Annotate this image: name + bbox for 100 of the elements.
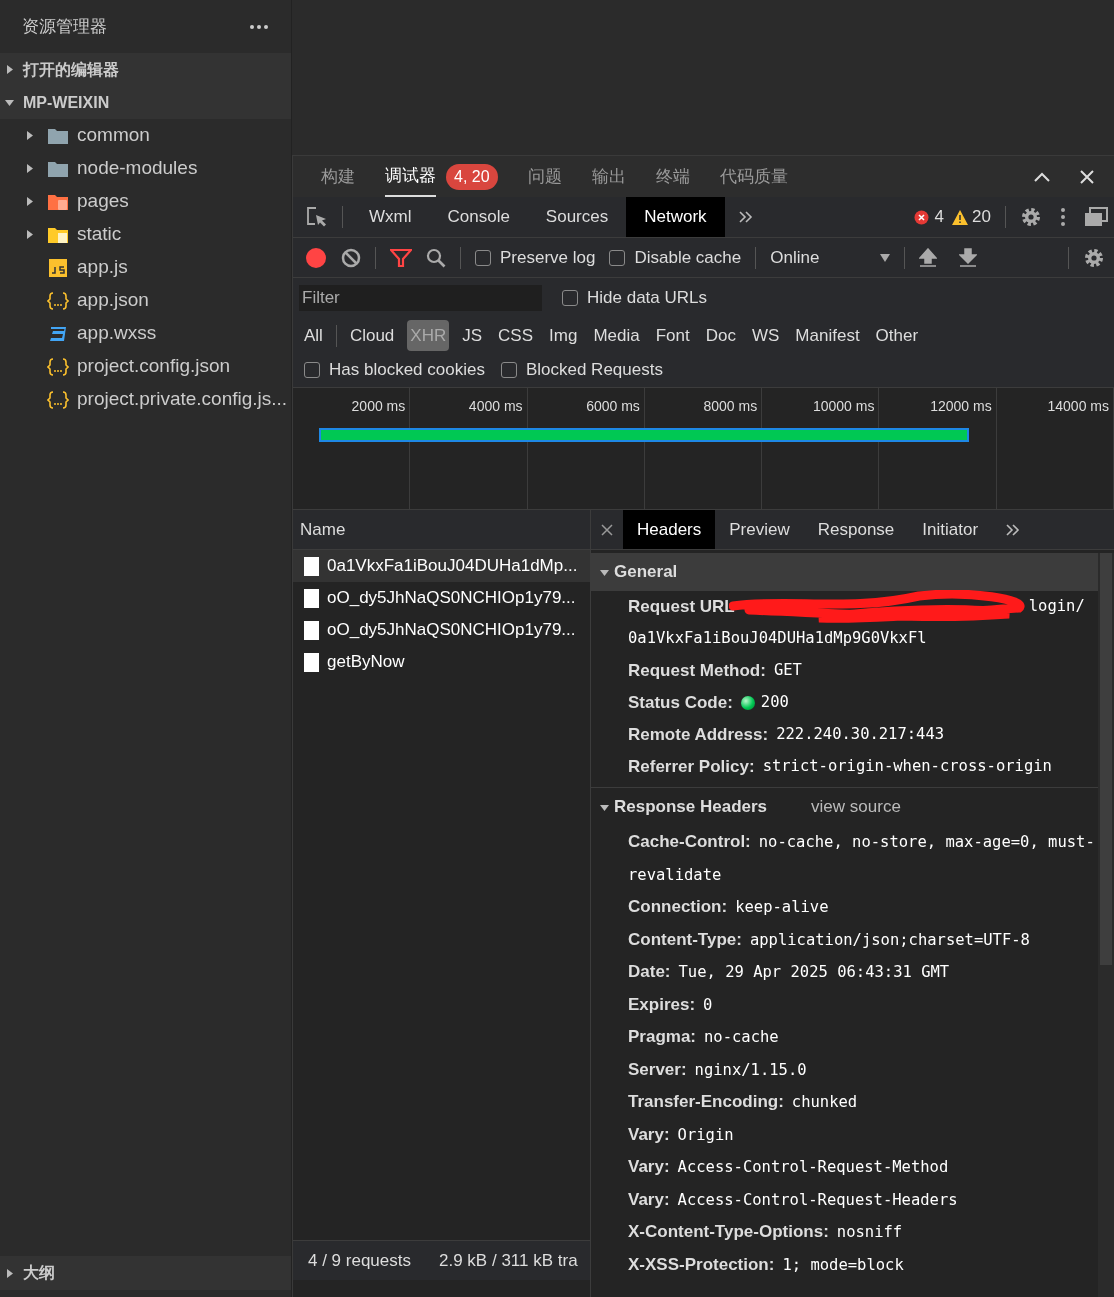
panel-tab[interactable]: 终端 (655, 156, 690, 197)
column-header[interactable]: Name (300, 516, 346, 543)
header-name: Referrer Policy: (628, 756, 755, 779)
detail-tab[interactable]: Headers (623, 510, 716, 549)
expanded-arrow-icon[interactable] (5, 98, 15, 107)
collapsed-arrow-icon[interactable] (5, 1268, 15, 1278)
type-filter[interactable]: Manifest (792, 319, 863, 352)
more-tabs-icon[interactable] (1006, 523, 1021, 536)
checkbox[interactable] (609, 249, 626, 266)
caret-icon (880, 253, 891, 262)
close-icon[interactable] (601, 523, 613, 536)
dock-icon[interactable] (1084, 207, 1108, 227)
type-filter[interactable]: Doc (702, 319, 739, 352)
record-icon[interactable] (305, 246, 327, 269)
collapsed-arrow-icon[interactable] (25, 197, 35, 206)
clear-icon[interactable] (341, 247, 361, 268)
devtools-tab[interactable]: Network (626, 197, 725, 237)
file-item[interactable]: pages (77, 187, 129, 216)
preserve-log-option[interactable]: Preserve log (500, 244, 596, 271)
type-filter[interactable]: WS (748, 319, 783, 352)
expanded-arrow-icon[interactable] (600, 567, 610, 577)
devtools-tab[interactable]: Sources (527, 197, 627, 237)
js-file-icon (47, 258, 69, 277)
header-line: Vary: Origin (628, 1123, 735, 1146)
file-item[interactable]: app.json (77, 286, 149, 315)
explorer-title: 资源管理器 (22, 15, 107, 38)
more-tabs-icon[interactable] (738, 211, 753, 223)
file-item[interactable]: project.config.json (77, 352, 231, 381)
section-header[interactable]: MP-WEIXIN (23, 90, 110, 115)
header-line: Vary: Access-Control-Request-Headers (628, 1188, 959, 1211)
file-item[interactable]: node-modules (77, 154, 198, 183)
status-text: 4 / 9 requests (308, 1249, 411, 1272)
header-line: X-Content-Type-Options: nosniff (628, 1221, 904, 1243)
file-item[interactable]: static (77, 220, 122, 249)
settings-icon[interactable] (1083, 246, 1105, 269)
panel-tab[interactable]: 问题 (527, 156, 562, 197)
panel-tab[interactable]: 构建 (321, 156, 355, 197)
section-header[interactable]: 大纲 (23, 1261, 55, 1285)
settings-icon[interactable] (1020, 206, 1042, 228)
type-filter[interactable]: Font (652, 319, 693, 352)
search-icon[interactable] (426, 247, 446, 268)
more-icon[interactable] (249, 23, 269, 30)
detail-tab[interactable]: Preview (715, 510, 804, 549)
type-filter[interactable]: All (301, 319, 326, 352)
folder-icon (47, 192, 69, 211)
request-name: getByNow (327, 651, 405, 674)
checkbox[interactable] (304, 362, 320, 378)
folder-icon (47, 159, 69, 178)
type-filter[interactable]: Other (872, 319, 922, 352)
expanded-arrow-icon[interactable] (600, 802, 610, 812)
checkbox[interactable] (475, 249, 491, 266)
file-item[interactable]: project.private.config.js... (77, 385, 288, 414)
checkbox[interactable] (562, 290, 578, 306)
disable-cache-option[interactable]: Disable cache (634, 244, 742, 271)
filter-option[interactable]: Has blocked cookies (329, 357, 485, 383)
time-tick: 12000 ms (930, 397, 992, 416)
type-filter[interactable]: CSS (495, 319, 537, 352)
download-icon[interactable] (959, 247, 978, 268)
header-line: Expires: 0 (628, 993, 714, 1016)
devtools-tab[interactable]: Console (429, 197, 528, 237)
request-row[interactable]: 0a1VkxFa1iBouJ04DUHa1dMp... (293, 550, 590, 582)
throttling-dropdown[interactable]: Online (770, 244, 891, 271)
collapsed-arrow-icon[interactable] (5, 65, 15, 74)
header-value: 200 (760, 692, 789, 714)
detail-tab[interactable]: Initiator (908, 510, 993, 549)
inspect-icon[interactable] (306, 206, 328, 228)
section-header[interactable]: Response Headers (614, 794, 768, 820)
detail-tab[interactable]: Response (803, 510, 909, 549)
file-item[interactable]: app.js (77, 253, 128, 282)
file-item[interactable]: app.wxss (77, 319, 157, 348)
collapsed-arrow-icon[interactable] (25, 131, 35, 140)
scrollbar[interactable] (1098, 553, 1114, 1297)
panel-tab[interactable]: 代码质量 (719, 156, 788, 197)
collapsed-arrow-icon[interactable] (25, 230, 35, 239)
collapsed-arrow-icon[interactable] (25, 164, 35, 173)
hide-data-urls-option[interactable]: Hide data URLs (587, 285, 707, 311)
type-filter[interactable]: Media (590, 319, 643, 352)
type-filter[interactable]: Img (546, 319, 581, 352)
css-file-icon (47, 324, 69, 343)
filter-icon[interactable] (390, 247, 412, 268)
view-source-link[interactable]: view source (811, 794, 901, 820)
header-line: Connection: keep-alive (628, 896, 830, 918)
devtools-tab[interactable]: Wxml (351, 197, 430, 237)
type-filter[interactable]: Cloud (346, 319, 398, 352)
time-tick: 10000 ms (812, 397, 875, 416)
upload-icon[interactable] (919, 247, 938, 268)
header-value: strict-origin-when-cross-origin (762, 756, 1052, 778)
error-count: 4 (934, 206, 945, 229)
more-icon[interactable] (1061, 208, 1065, 226)
collapse-icon[interactable] (1034, 171, 1050, 182)
header-line: X-XSS-Protection: 1; mode=block (628, 1253, 905, 1276)
checkbox[interactable] (500, 362, 517, 378)
filter-option[interactable]: Blocked Requests (525, 357, 663, 383)
section-header[interactable]: 打开的编辑器 (23, 57, 119, 82)
section-header[interactable]: General (614, 559, 678, 585)
file-item[interactable]: common (77, 121, 150, 150)
panel-tab[interactable]: 输出 (591, 156, 626, 197)
type-filter[interactable]: JS (459, 319, 486, 352)
request-name: oO_dy5JhNaQS0NCHIOp1y79... (327, 587, 576, 610)
filter-field[interactable]: Filter (299, 285, 542, 311)
